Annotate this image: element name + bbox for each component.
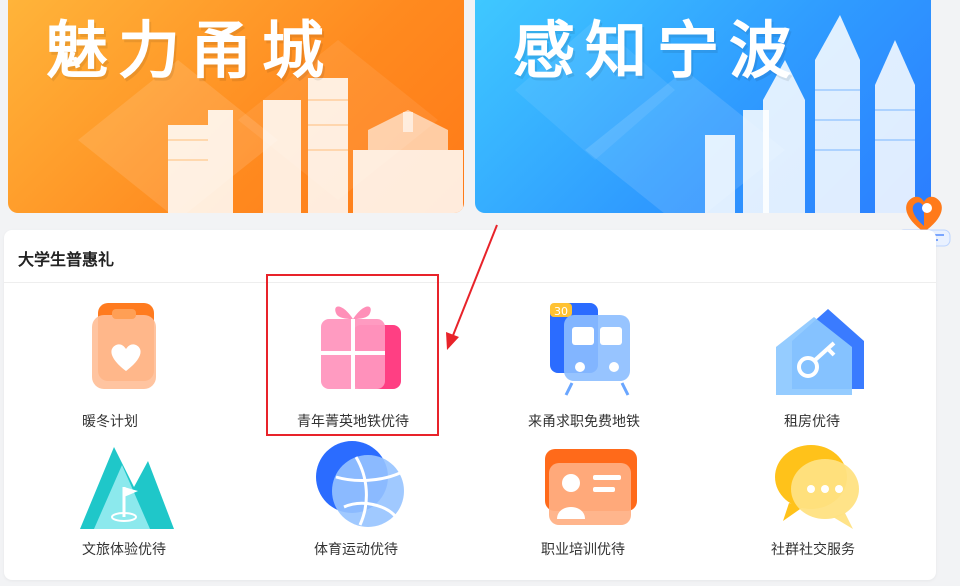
mountain-flag-icon <box>64 437 184 533</box>
item-label: 体育运动优待 <box>314 542 398 558</box>
item-community-social[interactable]: 社群社交服务 <box>733 437 893 559</box>
banner-perceive-ningbo[interactable]: 感知宁波 <box>475 0 931 213</box>
train-badge-number: 30 <box>554 305 568 318</box>
trainer-board-icon <box>523 437 643 533</box>
item-free-metro[interactable]: 30 来甬求职免费地铁 <box>504 295 664 431</box>
metro-train-icon: 30 <box>524 295 644 405</box>
chat-bubbles-icon <box>753 437 873 533</box>
banner-title: 魅力甬城 <box>46 14 335 87</box>
item-label: 来甬求职免费地铁 <box>528 414 640 430</box>
item-label: 社群社交服务 <box>771 542 855 558</box>
item-winter-warmth[interactable]: 暖冬计划 <box>30 295 190 431</box>
divider <box>4 282 936 283</box>
item-label: 租房优待 <box>784 414 840 430</box>
item-sports[interactable]: 体育运动优待 <box>276 437 436 559</box>
banner-title: 感知宁波 <box>513 14 802 87</box>
item-culture-travel[interactable]: 文旅体验优待 <box>44 437 204 559</box>
item-label: 职业培训优待 <box>541 542 625 558</box>
house-key-icon <box>752 295 872 405</box>
section-title: 大学生普惠礼 <box>18 250 115 269</box>
item-label: 文旅体验优待 <box>82 542 166 558</box>
item-rent-benefit[interactable]: 租房优待 <box>732 295 892 431</box>
item-label: 暖冬计划 <box>82 414 138 430</box>
basketball-icon <box>296 437 416 533</box>
highlight-box <box>266 274 439 436</box>
item-job-training[interactable]: 职业培训优待 <box>503 437 663 559</box>
heart-card-icon <box>50 295 170 405</box>
banner-charm-city[interactable]: 魅力甬城 <box>8 0 464 213</box>
